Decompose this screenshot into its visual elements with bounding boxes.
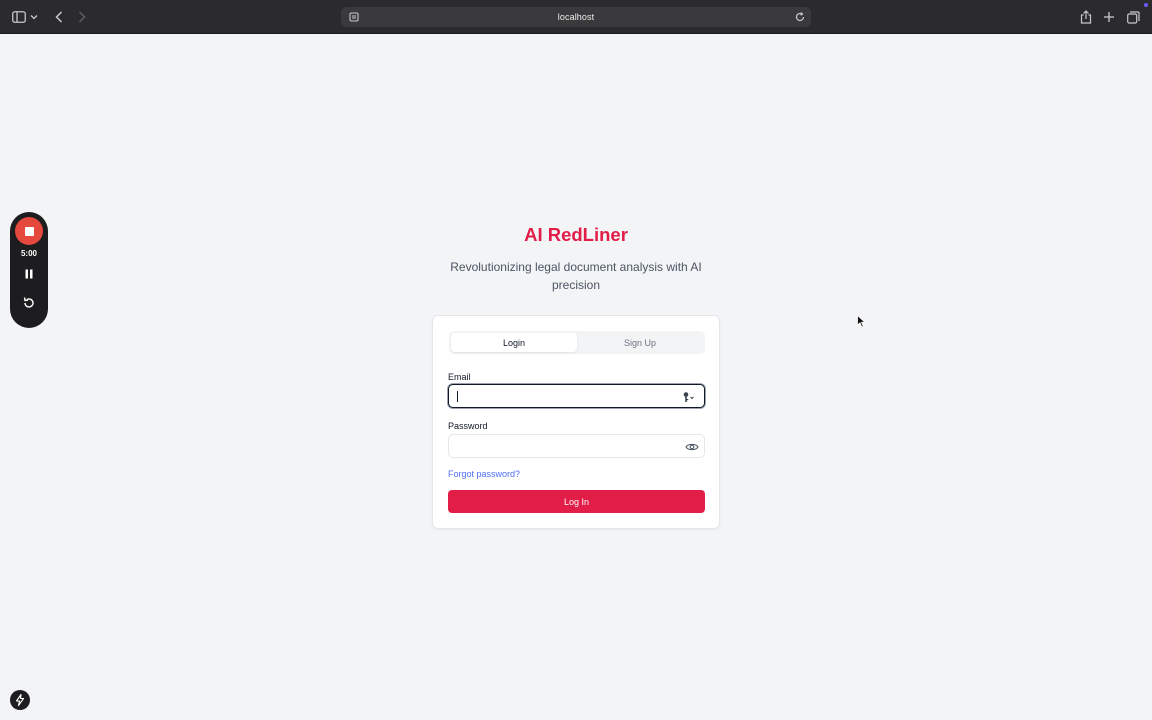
password-label: Password (448, 421, 488, 431)
app-title: AI RedLiner (524, 224, 628, 245)
forgot-password-link[interactable]: Forgot password? (448, 469, 520, 479)
reload-icon[interactable] (793, 10, 807, 24)
tabs-overview-icon[interactable] (1125, 9, 1141, 25)
site-settings-icon[interactable] (347, 10, 361, 24)
url-text: localhost (557, 12, 595, 22)
pause-icon[interactable] (22, 267, 36, 281)
mouse-cursor-icon (857, 315, 866, 328)
log-in-button[interactable]: Log In (448, 490, 705, 513)
tab-login[interactable]: Login (451, 333, 577, 352)
bolt-icon[interactable] (10, 690, 30, 710)
restart-icon[interactable] (22, 296, 36, 310)
browser-toolbar: localhost (0, 0, 1152, 34)
chevron-down-icon[interactable] (29, 9, 39, 25)
forward-icon[interactable] (74, 9, 90, 25)
sidebar-icon[interactable] (11, 9, 27, 25)
password-input[interactable] (456, 439, 676, 453)
eye-icon[interactable] (685, 440, 699, 452)
auth-tabs: Login Sign Up (449, 331, 705, 354)
auth-card: Login Sign Up Email Password Forgot pass… (432, 315, 720, 529)
key-icon[interactable] (682, 390, 696, 402)
share-icon[interactable] (1078, 9, 1094, 25)
text-caret (457, 391, 458, 402)
new-tab-icon[interactable] (1101, 9, 1117, 25)
email-label: Email (448, 372, 471, 382)
notification-dot (1144, 3, 1148, 7)
back-icon[interactable] (51, 9, 67, 25)
app-subtitle: Revolutionizing legal document analysis … (450, 260, 702, 292)
tab-sign-up[interactable]: Sign Up (577, 333, 703, 352)
address-bar[interactable]: localhost (341, 7, 811, 27)
recording-timer: 5:00 (20, 249, 37, 258)
email-field[interactable] (448, 384, 705, 408)
email-input[interactable] (456, 389, 676, 403)
password-field[interactable] (448, 434, 705, 458)
